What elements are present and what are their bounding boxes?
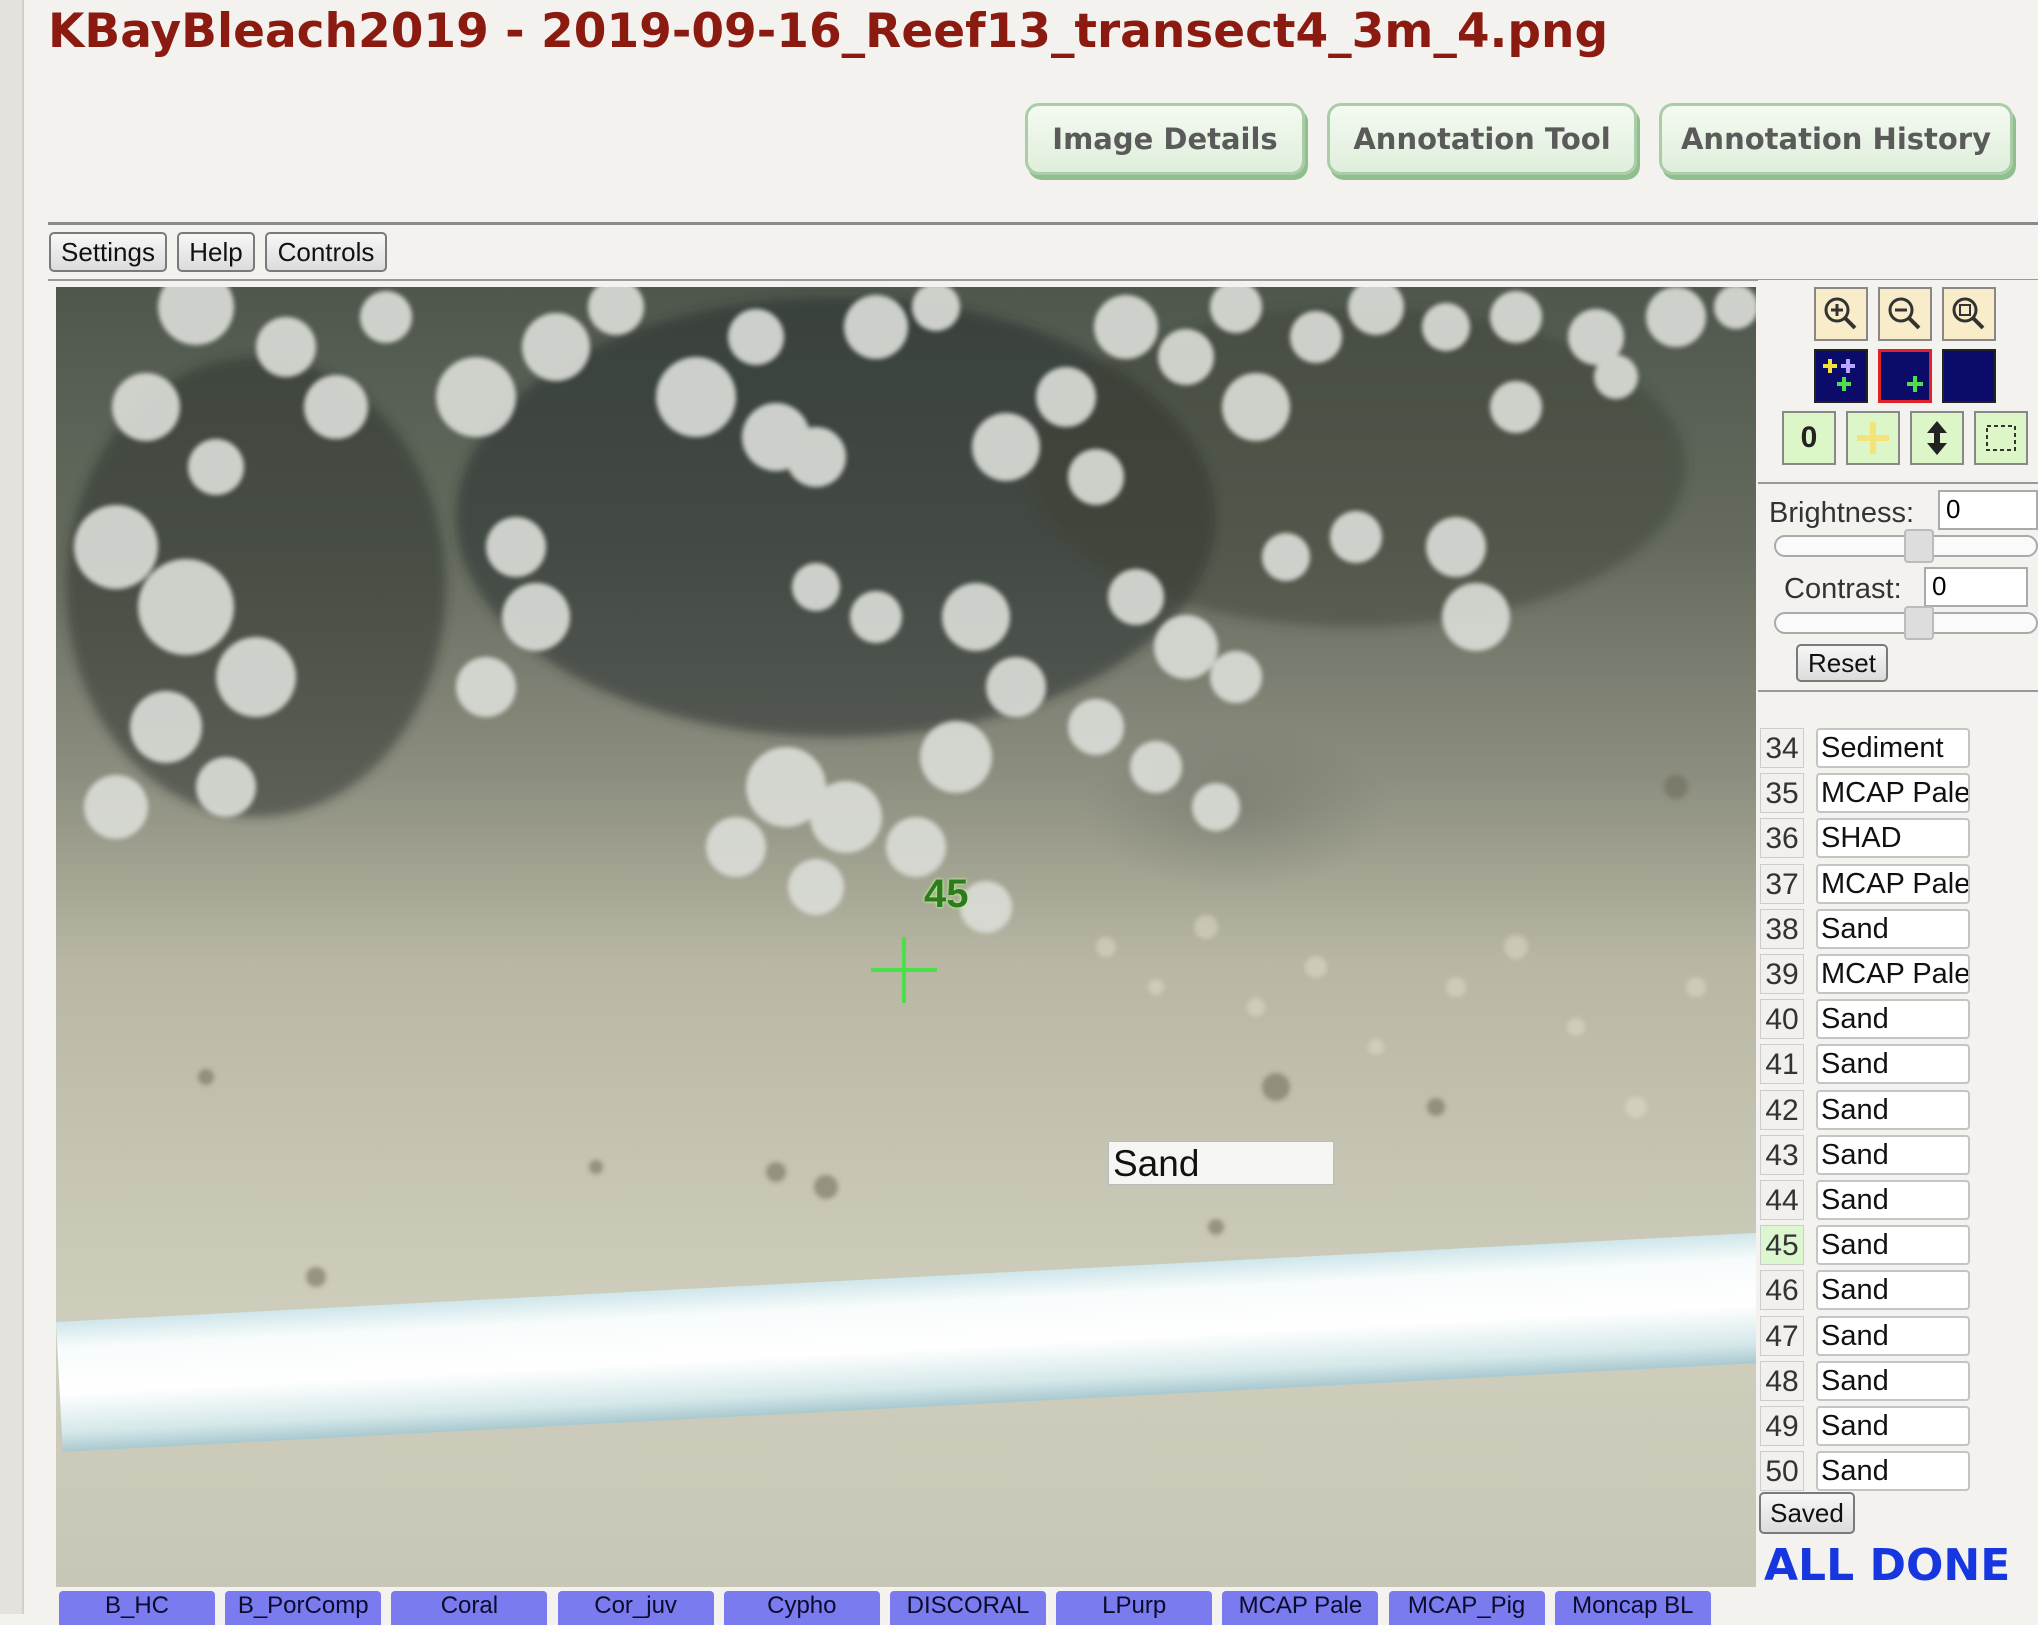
- image-details-button[interactable]: Image Details: [1025, 103, 1305, 175]
- label-button[interactable]: MCAP_Pig: [1388, 1591, 1545, 1625]
- point-number: 42: [1760, 1089, 1804, 1130]
- label-button[interactable]: MCAP Pale: [1222, 1591, 1379, 1625]
- label-button[interactable]: LPurp: [1056, 1591, 1213, 1625]
- label-button[interactable]: B_PorComp: [225, 1591, 382, 1625]
- help-button[interactable]: Help: [177, 232, 255, 272]
- point-number: 39: [1760, 954, 1804, 994]
- contrast-input[interactable]: 0: [1924, 567, 2028, 607]
- point-label-field[interactable]: Sand: [1816, 1315, 1970, 1356]
- zoom-out-icon[interactable]: [1878, 287, 1932, 341]
- label-button[interactable]: DISCORAL: [890, 1591, 1046, 1625]
- point-label-field[interactable]: Sand: [1816, 1451, 1970, 1492]
- unselect-icon[interactable]: [1942, 349, 1996, 403]
- label-button[interactable]: Moncap BL: [1554, 1591, 1711, 1625]
- point-number-toggle-icon[interactable]: 0: [1782, 411, 1836, 465]
- point-number: 46: [1760, 1270, 1804, 1311]
- point-number: 40: [1760, 999, 1804, 1040]
- point-label-field[interactable]: Sand: [1816, 1089, 1970, 1130]
- point-number: 37: [1760, 863, 1804, 904]
- point-label-field[interactable]: SHAD: [1816, 818, 1970, 859]
- point-label-field[interactable]: Sand: [1816, 1225, 1970, 1266]
- crosshair-toggle-icon[interactable]: [1846, 411, 1900, 465]
- annotation-history-button[interactable]: Annotation History: [1659, 103, 2013, 175]
- point-label-field[interactable]: MCAP Pale: [1816, 863, 1970, 904]
- point-number-label: 45: [924, 872, 969, 916]
- point-label-field[interactable]: Sand: [1816, 1360, 1970, 1401]
- toolbar-divider: [48, 279, 2038, 281]
- point-number: 48: [1760, 1360, 1804, 1401]
- point-number: 36: [1760, 818, 1804, 859]
- point-number: 50: [1760, 1451, 1804, 1492]
- page-title: KBayBleach2019 - 2019-09-16_Reef13_trans…: [48, 4, 1609, 59]
- point-number: 43: [1760, 1134, 1804, 1175]
- controls-button[interactable]: Controls: [265, 232, 387, 272]
- panel-divider: [1758, 690, 2038, 692]
- label-button[interactable]: Coral: [391, 1591, 548, 1625]
- zoom-in-icon[interactable]: [1814, 287, 1868, 341]
- point-label-input[interactable]: Sand: [1108, 1141, 1334, 1185]
- label-button[interactable]: Cor_juv: [557, 1591, 714, 1625]
- annotation-tool-button[interactable]: Annotation Tool: [1327, 103, 1637, 175]
- point-number: 35: [1760, 773, 1804, 814]
- point-label-field[interactable]: Sand: [1816, 1406, 1970, 1446]
- point-number: 34: [1760, 728, 1804, 768]
- move-icon[interactable]: [1910, 411, 1964, 465]
- point-label-field[interactable]: MCAP Pale: [1816, 773, 1970, 814]
- contrast-slider-thumb[interactable]: [1904, 606, 1934, 640]
- point-label-field[interactable]: Sand: [1816, 1044, 1970, 1085]
- point-number: 45: [1760, 1225, 1804, 1266]
- point-number: 41: [1760, 1044, 1804, 1085]
- point-label-field[interactable]: Sand: [1816, 908, 1970, 949]
- contrast-label: Contrast:: [1784, 573, 1902, 605]
- point-label-field[interactable]: Sand: [1816, 1180, 1970, 1220]
- label-button[interactable]: B_HC: [59, 1591, 215, 1625]
- point-label-field[interactable]: Sand: [1816, 999, 1970, 1040]
- header-divider: [48, 222, 2038, 225]
- all-done-status: ALL DONE: [1764, 1540, 2011, 1591]
- contrast-slider[interactable]: [1774, 606, 2038, 640]
- page-left-border: [0, 0, 24, 1614]
- brightness-slider[interactable]: [1774, 529, 2038, 563]
- label-button[interactable]: Cypho: [723, 1591, 880, 1625]
- rectangle-select-icon[interactable]: [1974, 411, 2028, 465]
- point-label-field[interactable]: MCAP Pale: [1816, 954, 1970, 994]
- annotation-image-canvas[interactable]: [56, 287, 1756, 1587]
- point-label-field[interactable]: Sand: [1816, 1134, 1970, 1175]
- settings-button[interactable]: Settings: [49, 232, 167, 272]
- brightness-slider-thumb[interactable]: [1904, 529, 1934, 563]
- brightness-input[interactable]: 0: [1938, 490, 2038, 530]
- reset-button[interactable]: Reset: [1796, 644, 1888, 682]
- point-number: 38: [1760, 908, 1804, 949]
- point-number: 44: [1760, 1180, 1804, 1220]
- brightness-label: Brightness:: [1769, 497, 1915, 529]
- point-number: 47: [1760, 1315, 1804, 1356]
- select-point-icon[interactable]: [1878, 349, 1932, 403]
- panel-divider: [1758, 482, 2038, 484]
- saved-button[interactable]: Saved: [1759, 1492, 1855, 1534]
- point-number: 49: [1760, 1406, 1804, 1446]
- zoom-fit-icon[interactable]: [1942, 287, 1996, 341]
- select-all-points-icon[interactable]: [1814, 349, 1868, 403]
- point-label-field[interactable]: Sand: [1816, 1270, 1970, 1311]
- point-label-field[interactable]: Sediment: [1816, 728, 1970, 768]
- annotation-point-crosshair[interactable]: [871, 937, 937, 1003]
